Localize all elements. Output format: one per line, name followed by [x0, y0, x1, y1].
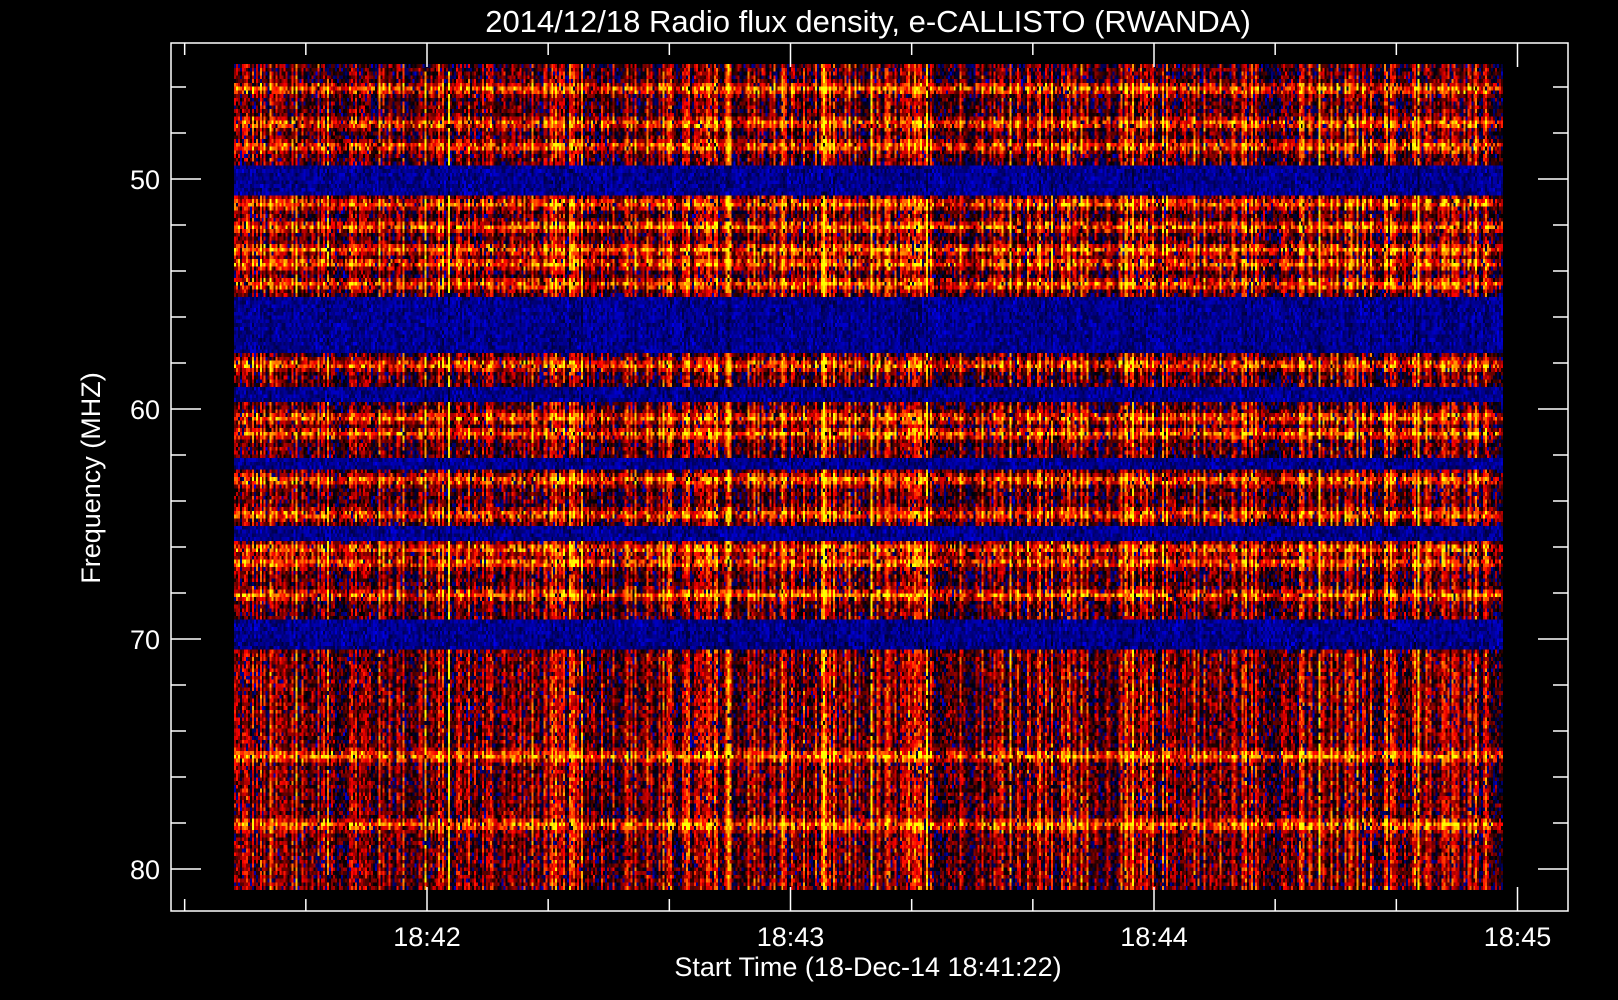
y-axis-label: Frequency (MHZ)	[76, 372, 106, 584]
y-tick-label: 50	[130, 165, 160, 195]
x-tick-label: 18:44	[1120, 922, 1188, 952]
x-tick-label: 18:42	[393, 922, 461, 952]
x-axis-ticks: 18:42 18:43 18:44 18:45	[183, 43, 1552, 952]
x-tick-label: 18:45	[1484, 922, 1552, 952]
y-tick-label: 60	[130, 395, 160, 425]
y-axis-ticks: 50 60 70 80	[130, 86, 1568, 885]
x-axis-label: Start Time (18-Dec-14 18:41:22)	[674, 952, 1061, 982]
spectrogram-figure: 2014/12/18 Radio flux density, e-CALLIST…	[0, 0, 1618, 1000]
axes: 2014/12/18 Radio flux density, e-CALLIST…	[76, 4, 1569, 982]
y-tick-label: 70	[130, 625, 160, 655]
x-tick-label: 18:43	[757, 922, 825, 952]
chart-title: 2014/12/18 Radio flux density, e-CALLIST…	[485, 4, 1251, 39]
plot-frame	[170, 42, 1569, 912]
y-tick-label: 80	[130, 855, 160, 885]
